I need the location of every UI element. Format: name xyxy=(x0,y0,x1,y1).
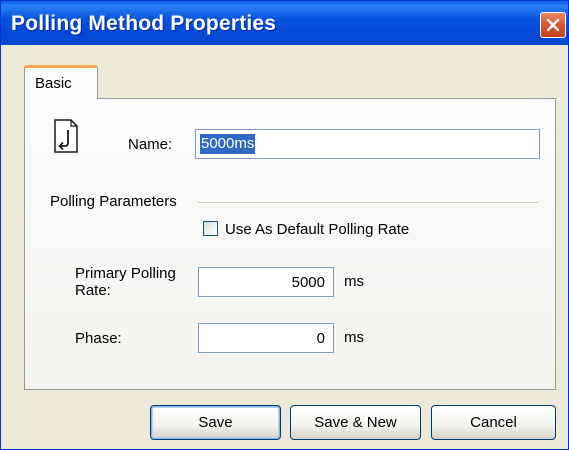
close-button[interactable] xyxy=(540,12,566,38)
primary-polling-rate-label: Primary Polling Rate: xyxy=(75,265,176,299)
name-value: 5000ms xyxy=(200,134,256,154)
tab-basic-label: Basic xyxy=(35,75,72,92)
polling-parameters-group-title: Polling Parameters xyxy=(50,193,177,210)
close-icon xyxy=(546,18,560,32)
cancel-button[interactable]: Cancel xyxy=(431,405,556,440)
default-polling-rate-label[interactable]: Use As Default Polling Rate xyxy=(225,221,409,238)
title-bar[interactable]: Polling Method Properties xyxy=(1,1,568,45)
primary-polling-rate-input[interactable]: 5000 xyxy=(198,267,334,297)
polling-method-properties-dialog: Polling Method Properties Basic Name: 50… xyxy=(0,0,569,450)
phase-value: 0 xyxy=(316,330,325,347)
save-button[interactable]: Save xyxy=(150,405,281,440)
phase-input[interactable]: 0 xyxy=(198,323,334,353)
document-icon xyxy=(54,119,78,153)
primary-polling-rate-value: 5000 xyxy=(291,274,325,291)
default-polling-rate-checkbox[interactable] xyxy=(203,221,218,236)
name-label: Name: xyxy=(128,136,173,153)
dialog-title: Polling Method Properties xyxy=(11,12,277,35)
primary-polling-rate-unit: ms xyxy=(344,273,364,290)
phase-unit: ms xyxy=(344,329,364,346)
phase-label: Phase: xyxy=(75,330,122,347)
tab-basic[interactable]: Basic xyxy=(24,65,98,99)
name-input[interactable]: 5000ms xyxy=(195,129,540,159)
save-and-new-button[interactable]: Save & New xyxy=(290,405,421,440)
group-divider xyxy=(198,202,538,203)
